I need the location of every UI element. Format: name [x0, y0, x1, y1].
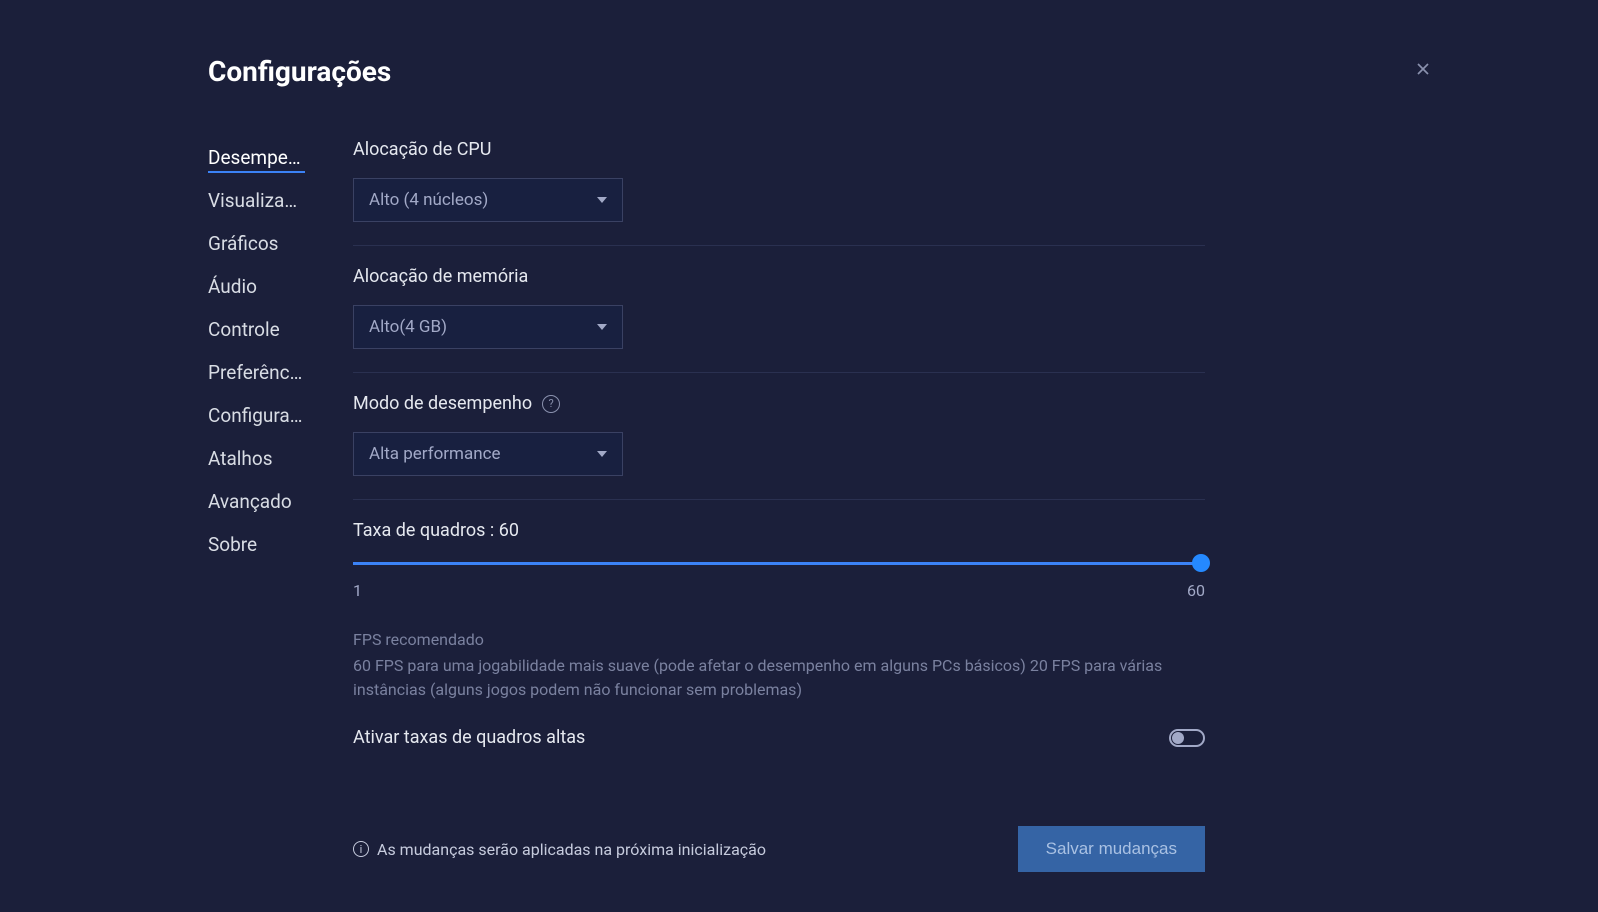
performance-select-value: Alta performance	[369, 444, 501, 464]
sidebar-item-audio[interactable]: Áudio	[208, 265, 305, 308]
slider-min: 1	[353, 581, 362, 600]
slider-range: 1 60	[353, 581, 1205, 600]
sidebar-item-avancado[interactable]: Avançado	[208, 480, 305, 523]
memory-select-value: Alto(4 GB)	[369, 317, 447, 337]
sidebar: Desempenho Visualização Gráficos Áudio C…	[0, 136, 305, 872]
slider-max: 60	[1187, 581, 1205, 600]
cpu-select-value: Alto (4 núcleos)	[369, 190, 488, 210]
sidebar-item-controle[interactable]: Controle	[208, 308, 305, 351]
sidebar-item-graficos[interactable]: Gráficos	[208, 222, 305, 265]
performance-select[interactable]: Alta performance	[353, 432, 623, 476]
sidebar-item-preferencias[interactable]: Preferências	[208, 351, 305, 394]
fps-recommend: FPS recomendado 60 FPS para uma jogabili…	[353, 628, 1205, 702]
info-icon: i	[353, 841, 369, 857]
setting-group-memory: Alocação de memória Alto(4 GB)	[353, 266, 1205, 373]
help-icon[interactable]: ?	[542, 395, 560, 413]
memory-select[interactable]: Alto(4 GB)	[353, 305, 623, 349]
fps-recommend-body: 60 FPS para uma jogabilidade mais suave …	[353, 654, 1205, 702]
setting-label-cpu: Alocação de CPU	[353, 139, 1205, 160]
sidebar-item-label: Avançado	[208, 490, 292, 513]
setting-label-performance: Modo de desempenho ?	[353, 393, 1205, 414]
sidebar-item-sobre[interactable]: Sobre	[208, 523, 305, 566]
close-button[interactable]	[1408, 54, 1438, 88]
sidebar-item-label: Áudio	[208, 275, 257, 298]
high-fps-row: Ativar taxas de quadros altas	[353, 727, 1205, 748]
sidebar-item-label: Desempenho	[208, 146, 305, 173]
slider-line	[353, 562, 1205, 565]
cpu-select[interactable]: Alto (4 núcleos)	[353, 178, 623, 222]
sidebar-item-label: Visualização	[208, 189, 305, 212]
slider-handle[interactable]	[1192, 554, 1210, 572]
toggle-knob	[1172, 732, 1184, 744]
framerate-slider[interactable]	[353, 553, 1205, 573]
footer-note-text: As mudanças serão aplicadas na próxima i…	[377, 840, 766, 859]
framerate-label: Taxa de quadros : 60	[353, 520, 1205, 541]
chevron-down-icon	[597, 324, 607, 330]
sidebar-item-desempenho[interactable]: Desempenho	[208, 136, 305, 179]
fps-recommend-title: FPS recomendado	[353, 628, 1205, 652]
sidebar-item-atalhos[interactable]: Atalhos	[208, 437, 305, 480]
sidebar-item-label: Preferências	[208, 361, 305, 384]
setting-group-cpu: Alocação de CPU Alto (4 núcleos)	[353, 139, 1205, 246]
header: Configurações	[0, 55, 1598, 88]
content-panel: Alocação de CPU Alto (4 núcleos) Alocaçã…	[305, 136, 1205, 872]
high-fps-toggle[interactable]	[1169, 729, 1205, 747]
page-title: Configurações	[208, 55, 391, 88]
chevron-down-icon	[597, 197, 607, 203]
chevron-down-icon	[597, 451, 607, 457]
sidebar-item-label: Atalhos	[208, 447, 273, 470]
setting-label-memory: Alocação de memória	[353, 266, 1205, 287]
sidebar-item-label: Controle	[208, 318, 280, 341]
sidebar-item-visualizacao[interactable]: Visualização	[208, 179, 305, 222]
footer: i As mudanças serão aplicadas na próxima…	[353, 826, 1205, 872]
sidebar-item-label: Configurações do disposit…	[208, 404, 305, 427]
setting-group-framerate: Taxa de quadros : 60 1 60 FPS recomendad…	[353, 520, 1205, 771]
sidebar-item-label: Sobre	[208, 533, 257, 556]
setting-group-performance: Modo de desempenho ? Alta performance	[353, 393, 1205, 500]
high-fps-label: Ativar taxas de quadros altas	[353, 727, 585, 748]
close-icon	[1413, 59, 1433, 79]
sidebar-item-dispositivo[interactable]: Configurações do disposit…	[208, 394, 305, 437]
save-button[interactable]: Salvar mudanças	[1018, 826, 1205, 872]
sidebar-item-label: Gráficos	[208, 232, 278, 255]
footer-note: i As mudanças serão aplicadas na próxima…	[353, 840, 766, 859]
